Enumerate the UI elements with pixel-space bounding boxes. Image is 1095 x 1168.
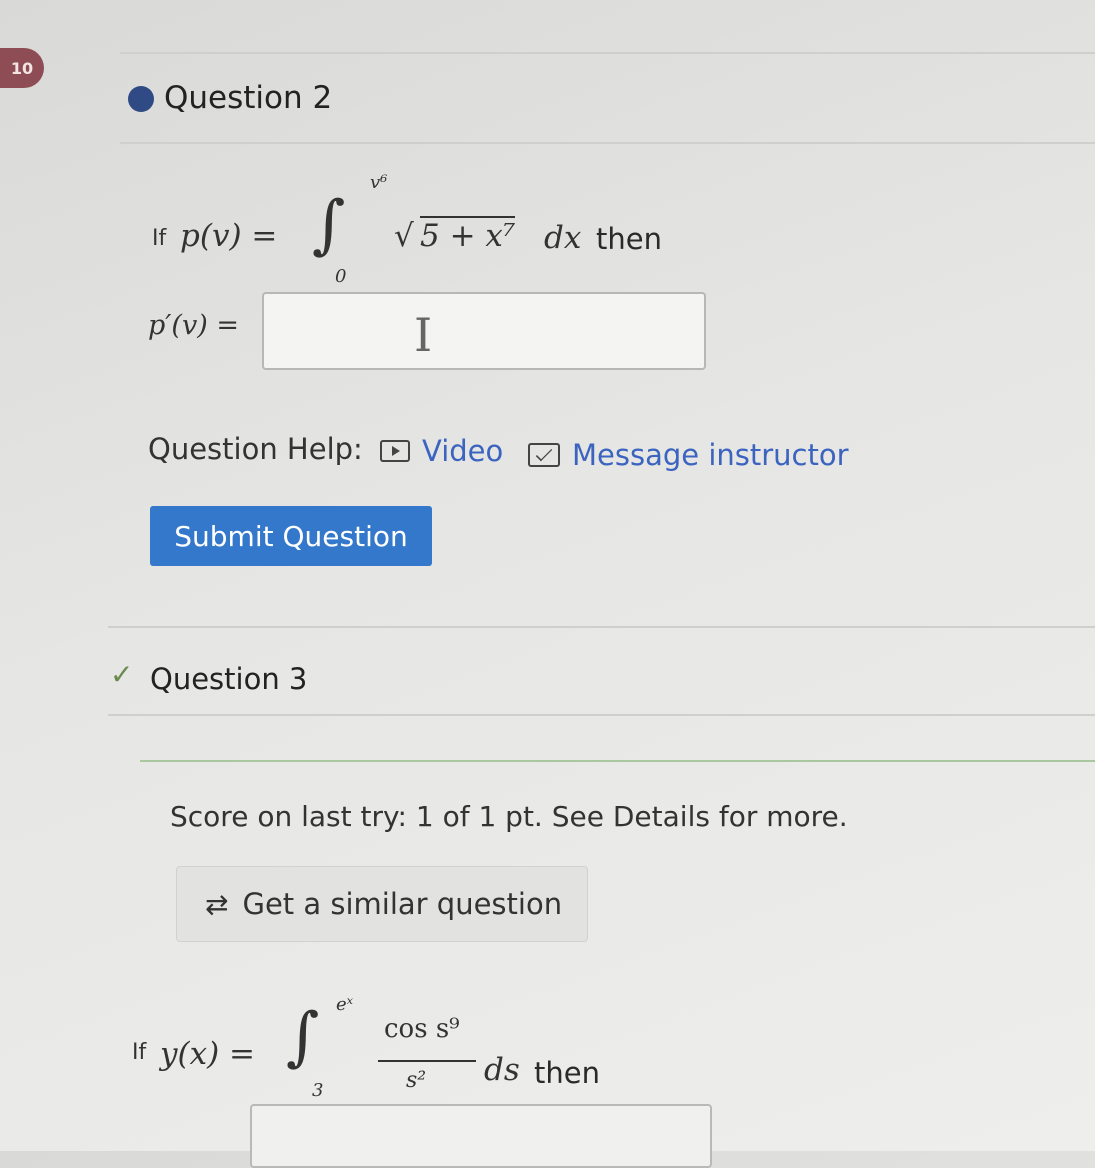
check-icon: ✓ <box>110 658 134 691</box>
question-2-lower-limit: 0 <box>335 266 347 287</box>
question-2-integrand: 5 + x⁷ <box>420 216 516 254</box>
question-2-upper-limit: v⁶ <box>370 172 388 193</box>
question-number-badge: 10 <box>0 48 44 88</box>
question-2-lhs: p(v) = <box>180 218 278 254</box>
question-2-if: If <box>152 226 167 251</box>
integral-sign-icon: ∫ <box>286 1000 320 1074</box>
message-instructor-link[interactable]: Message instructor <box>528 438 849 472</box>
question-3-title: Question 3 <box>150 662 308 696</box>
divider <box>120 142 1095 144</box>
video-icon <box>380 440 410 462</box>
question-3-upper-limit: eˣ <box>336 994 354 1015</box>
get-similar-question-button[interactable]: ⇄ Get a similar question <box>176 866 588 942</box>
divider <box>120 52 1095 54</box>
divider-green <box>140 760 1095 762</box>
question-3-lower-limit: 3 <box>312 1080 324 1101</box>
question-3-then: then <box>534 1056 600 1090</box>
divider <box>108 714 1095 716</box>
question-3-answer-input[interactable] <box>250 1104 712 1168</box>
fraction-bar <box>378 1060 476 1062</box>
question-2-then: then <box>596 222 662 256</box>
answer-label: p′(v) = <box>148 310 239 341</box>
question-3-if: If <box>132 1040 147 1065</box>
divider <box>108 626 1095 628</box>
integral-sign-icon: ∫ <box>312 188 346 262</box>
similar-question-label: Get a similar question <box>242 887 563 921</box>
envelope-icon <box>528 443 560 467</box>
badge-number: 10 <box>10 58 34 78</box>
question-3-denominator: s² <box>406 1068 427 1093</box>
question-2-differential: dx <box>544 220 582 256</box>
question-3-lhs: y(x) = <box>160 1036 256 1072</box>
video-link-label: Video <box>422 434 504 468</box>
sqrt-icon: √ <box>394 218 414 254</box>
video-link[interactable]: Video <box>380 434 503 468</box>
message-instructor-label: Message instructor <box>572 438 849 472</box>
question-3-numerator: cos s⁹ <box>384 1014 460 1044</box>
question-help-label: Question Help: <box>148 432 363 466</box>
submit-question-button[interactable]: Submit Question <box>150 506 432 566</box>
refresh-icon: ⇄ <box>205 887 229 921</box>
question-3-differential: ds <box>484 1052 520 1088</box>
answer-input[interactable]: I <box>262 292 706 370</box>
status-dot-icon <box>128 86 154 112</box>
question-2-title: Question 2 <box>164 80 333 116</box>
text-cursor-icon: I <box>414 308 433 362</box>
score-text: Score on last try: 1 of 1 pt. See Detail… <box>170 800 848 833</box>
